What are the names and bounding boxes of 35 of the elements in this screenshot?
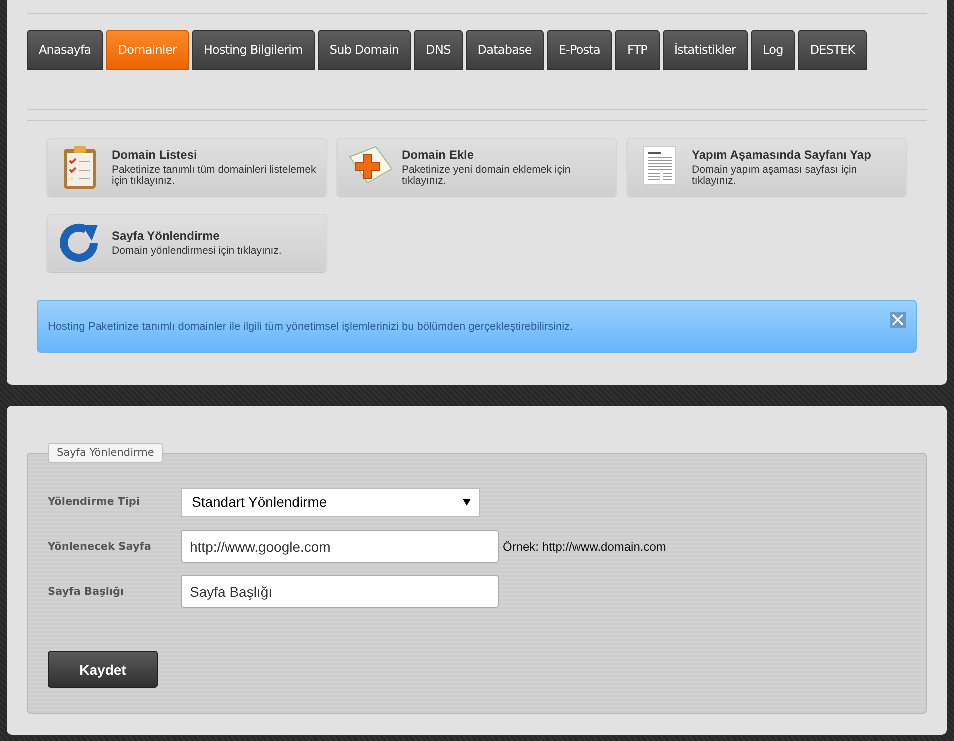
close-icon <box>892 314 904 326</box>
shortcut-card[interactable]: Domain Ekle Paketinize yeni domain eklemek için tıklayınız. <box>337 138 617 196</box>
card-title: Domain Ekle <box>402 148 476 162</box>
card-title: Domain Listesi <box>112 148 198 162</box>
card-title: Sayfa Yönlendirme <box>112 229 221 243</box>
card-description: Domain yapım aşaması sayfası için tıklayınız. <box>692 164 858 186</box>
card-description: Paketinize yeni domain eklemek için tıklayınız. <box>402 164 572 186</box>
select-field[interactable]: Standart Yönlendirme <box>181 488 480 516</box>
nav-tab[interactable]: FTP <box>615 30 660 70</box>
alert-message: Hosting Paketinize tanımlı domainler ile ilgili tüm yönetimsel işlemlerinizi bu bölümden gerçekleştirebilirsiniz. <box>48 320 574 332</box>
text-field[interactable]: http://www.google.com <box>181 530 499 563</box>
field-label: Yölendirme Tipi <box>48 496 141 508</box>
field-label: Yönlenecek Sayfa <box>48 540 152 552</box>
close-button[interactable] <box>890 312 906 328</box>
nav-tab[interactable]: Database <box>466 30 544 70</box>
form-legend: Sayfa Yönlendirme <box>48 443 164 463</box>
nav-tab[interactable]: DESTEK <box>798 30 868 70</box>
save-button[interactable]: Kaydet <box>48 651 158 688</box>
nav-tab[interactable]: E-Posta <box>546 30 612 70</box>
shortcut-card[interactable]: Sayfa Yönlendirme Domain yönlendirmesi için tıklayınız. <box>47 214 327 272</box>
nav-tab[interactable]: Log <box>751 30 796 70</box>
card-description: Paketinize tanımlı tüm domainleri listelemek için tıklayınız. <box>112 164 318 186</box>
shortcut-card[interactable]: Domain Listesi Paketinize tanımlı tüm domainleri listelemek için tıklayınız. <box>47 138 327 196</box>
caret-icon <box>463 498 471 506</box>
card-description: Domain yönlendirmesi için tıklayınız. <box>112 246 282 257</box>
text-field[interactable]: Sayfa Başlığı <box>181 575 499 608</box>
nav-tab[interactable]: Hosting Bilgilerim <box>192 30 315 70</box>
nav-tab[interactable]: İstatistikler <box>662 30 748 70</box>
shortcut-card[interactable]: Yapım Aşamasında Sayfanı Yap Domain yapım aşaması sayfası için tıklayınız. <box>627 138 907 196</box>
field-hint: Örnek: http://www.domain.com <box>503 540 666 554</box>
nav-tab[interactable]: DNS <box>414 30 463 70</box>
nav-tab[interactable]: Sub Domain <box>318 30 412 70</box>
card-title: Yapım Aşamasında Sayfanı Yap <box>692 148 872 162</box>
nav-tab[interactable]: Anasayfa <box>27 30 104 70</box>
field-label: Sayfa Başlığı <box>48 586 126 598</box>
